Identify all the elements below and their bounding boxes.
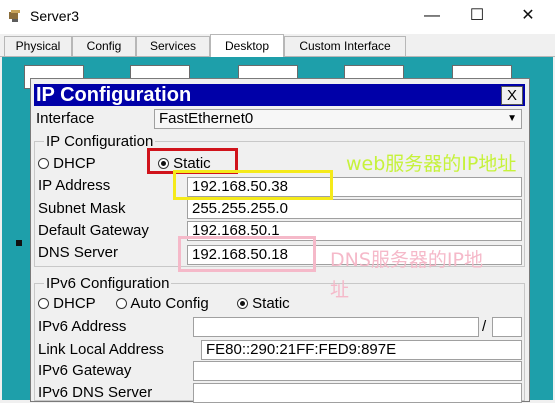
tab-desktop[interactable]: Desktop [210, 34, 284, 57]
tab-bar: Physical Config Services Desktop Custom … [0, 34, 555, 57]
dns-server-label: DNS Server [38, 244, 119, 261]
ip-highlight-box [173, 170, 333, 200]
prefix-separator: / [482, 318, 487, 335]
link-local-field[interactable]: FE80::290:21FF:FED9:897E [201, 340, 522, 360]
annotation-dns-ip-line2: 址 [330, 279, 350, 301]
default-gateway-label: Default Gateway [38, 222, 149, 239]
annotation-web-ip: web服务器的IP地址 [346, 153, 517, 175]
interface-label: Interface [36, 110, 95, 127]
interface-select-value: FastEthernet0 [159, 110, 254, 127]
maximize-button[interactable]: ☐ [467, 6, 487, 26]
window-title: Server3 [30, 8, 80, 24]
dialog-title: IP Configuration [36, 84, 192, 106]
ipv6-dns-server-field[interactable] [193, 383, 522, 403]
ipv6-gateway-field[interactable] [193, 361, 522, 381]
interface-select[interactable]: FastEthernet0 ▼ [154, 109, 522, 129]
ipv6-address-label: IPv6 Address [38, 318, 127, 335]
ipv6-address-field[interactable] [193, 317, 479, 337]
ipv4-dhcp-label: DHCP [53, 155, 96, 172]
dialog-close-button[interactable]: X [501, 86, 523, 105]
ipv6-dhcp-radio[interactable]: DHCP [38, 295, 96, 312]
tab-config[interactable]: Config [72, 36, 136, 56]
subnet-mask-field[interactable]: 255.255.255.0 [187, 199, 522, 219]
ipv6-prefix-field[interactable] [492, 317, 522, 337]
ipv6-static-label: Static [252, 295, 290, 312]
annotation-dns-ip-line1: DNS服务器的IP地 [330, 249, 483, 271]
ipv6-dns-server-label: IPv6 DNS Server [38, 384, 153, 401]
link-local-label: Link Local Address [38, 341, 164, 358]
ip-address-label: IP Address [38, 177, 111, 194]
ipv4-group-label: IP Configuration [44, 133, 156, 150]
radio-selected-icon [237, 298, 248, 309]
ipv6-group-label: IPv6 Configuration [44, 275, 172, 292]
ipv6-auto-config-radio[interactable]: Auto Config [116, 295, 209, 312]
ipv6-gateway-label: IPv6 Gateway [38, 362, 132, 379]
ipv6-dhcp-label: DHCP [53, 295, 96, 312]
window-titlebar: Server3 — ☐ ✕ [0, 0, 555, 34]
dropdown-arrow-icon: ▼ [507, 113, 517, 124]
close-window-button[interactable]: ✕ [518, 6, 538, 26]
minimize-button[interactable]: — [422, 6, 442, 26]
dialog-titlebar: IP Configuration X [34, 84, 525, 106]
tab-services[interactable]: Services [136, 36, 210, 56]
ipv6-static-radio[interactable]: Static [237, 295, 290, 312]
radio-icon [38, 158, 49, 169]
subnet-mask-label: Subnet Mask [38, 200, 126, 217]
radio-icon [38, 298, 49, 309]
ipv4-dhcp-radio[interactable]: DHCP [38, 155, 96, 172]
tab-physical[interactable]: Physical [4, 36, 72, 56]
desktop-marker [16, 240, 22, 246]
dns-highlight-box [178, 236, 316, 272]
tab-custom-interface[interactable]: Custom Interface [284, 36, 406, 56]
radio-icon [116, 298, 127, 309]
ipv6-auto-config-label: Auto Config [130, 295, 209, 312]
server-app-icon [9, 10, 20, 22]
